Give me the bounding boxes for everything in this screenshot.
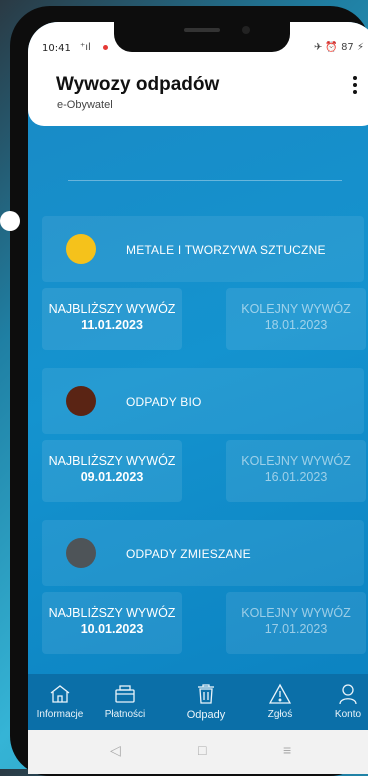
nav-item-zglos[interactable]: Zgłoś (250, 674, 310, 730)
next-pickup-box: NAJBLIŻSZY WYWÓZ 10.01.2023 (42, 592, 182, 654)
nav-item-odpady[interactable]: Odpady (166, 674, 246, 730)
status-icons: ✈ ⏰ 87 ⚡ (313, 42, 364, 53)
account-icon (318, 682, 368, 706)
next-pickup-date: 10.01.2023 (80, 622, 144, 636)
app-header: Wywozy odpadów e-Obywatel (28, 58, 368, 126)
notification-dot-icon (103, 45, 108, 50)
later-pickup-label: KOLEJNY WYWÓZ (241, 606, 351, 620)
home-button-icon[interactable]: □ (198, 742, 206, 758)
later-pickup-date: 17.01.2023 (264, 622, 328, 636)
waste-type-name: ODPADY BIO (126, 395, 202, 409)
nav-label: Konto (334, 709, 362, 720)
later-pickup-label: KOLEJNY WYWÓZ (241, 454, 351, 468)
signal-icon: ⁺ıl (80, 42, 91, 53)
report-icon (250, 682, 310, 706)
waste-type-card: METALE I TWORZYWA SZTUCZNE (42, 216, 364, 282)
waste-type-name: METALE I TWORZYWA SZTUCZNE (126, 243, 326, 257)
page-subtitle: e-Obywatel (57, 99, 113, 111)
camera-notch (114, 22, 290, 52)
next-pickup-date: 11.01.2023 (81, 318, 143, 332)
waste-type-card: ODPADY BIO (42, 368, 364, 434)
app-screen: 10:41 ⁺ıl ✈ ⏰ 87 ⚡ Wywozy odpadów e-Obyw… (28, 22, 368, 774)
waste-type-card: ODPADY ZMIESZANE (42, 520, 364, 586)
system-navigation-bar: ◁ □ ≡ (28, 730, 368, 774)
nav-label: Zgłoś (267, 709, 293, 720)
nav-item-konto[interactable]: Konto (318, 674, 368, 730)
nav-item-platnosci[interactable]: Płatności (92, 674, 158, 730)
payments-icon (92, 682, 158, 706)
nav-item-informacje[interactable]: Informacje (28, 674, 92, 730)
phone-frame: 10:41 ⁺ıl ✈ ⏰ 87 ⚡ Wywozy odpadów e-Obyw… (10, 6, 368, 776)
next-pickup-label: NAJBLIŻSZY WYWÓZ (48, 454, 176, 468)
next-pickup-box: NAJBLIŻSZY WYWÓZ 11.01.2023 (42, 288, 182, 350)
status-time: 10:41 (42, 43, 71, 54)
color-indicator-icon (66, 234, 96, 264)
color-indicator-icon (66, 386, 96, 416)
color-indicator-icon (66, 538, 96, 568)
back-icon[interactable]: ◁ (110, 742, 121, 759)
divider (68, 180, 342, 181)
recents-icon[interactable]: ≡ (283, 742, 291, 758)
later-pickup-box: KOLEJNY WYWÓZ 17.01.2023 (226, 592, 366, 654)
page-title: Wywozy odpadów (56, 74, 220, 95)
next-pickup-box: NAJBLIŻSZY WYWÓZ 09.01.2023 (42, 440, 182, 502)
later-pickup-date: 18.01.2023 (264, 318, 328, 332)
home-icon (28, 682, 92, 706)
later-pickup-box: KOLEJNY WYWÓZ 18.01.2023 (226, 288, 366, 350)
trash-icon (166, 682, 246, 706)
side-indicator (0, 211, 20, 231)
more-menu-icon[interactable] (350, 74, 360, 98)
nav-label: Informacje (36, 709, 84, 720)
waste-type-name: ODPADY ZMIESZANE (126, 547, 251, 561)
bottom-navigation: Informacje Płatności Odpady Zgłoś Konto (28, 674, 368, 730)
later-pickup-label: KOLEJNY WYWÓZ (241, 302, 351, 316)
later-pickup-box: KOLEJNY WYWÓZ 16.01.2023 (226, 440, 366, 502)
nav-label: Płatności (104, 709, 146, 720)
next-pickup-label: NAJBLIŻSZY WYWÓZ (48, 606, 176, 620)
later-pickup-date: 16.01.2023 (264, 470, 328, 484)
next-pickup-date: 09.01.2023 (80, 470, 144, 484)
nav-label: Odpady (186, 709, 226, 721)
next-pickup-label: NAJBLIŻSZY WYWÓZ (48, 302, 176, 316)
